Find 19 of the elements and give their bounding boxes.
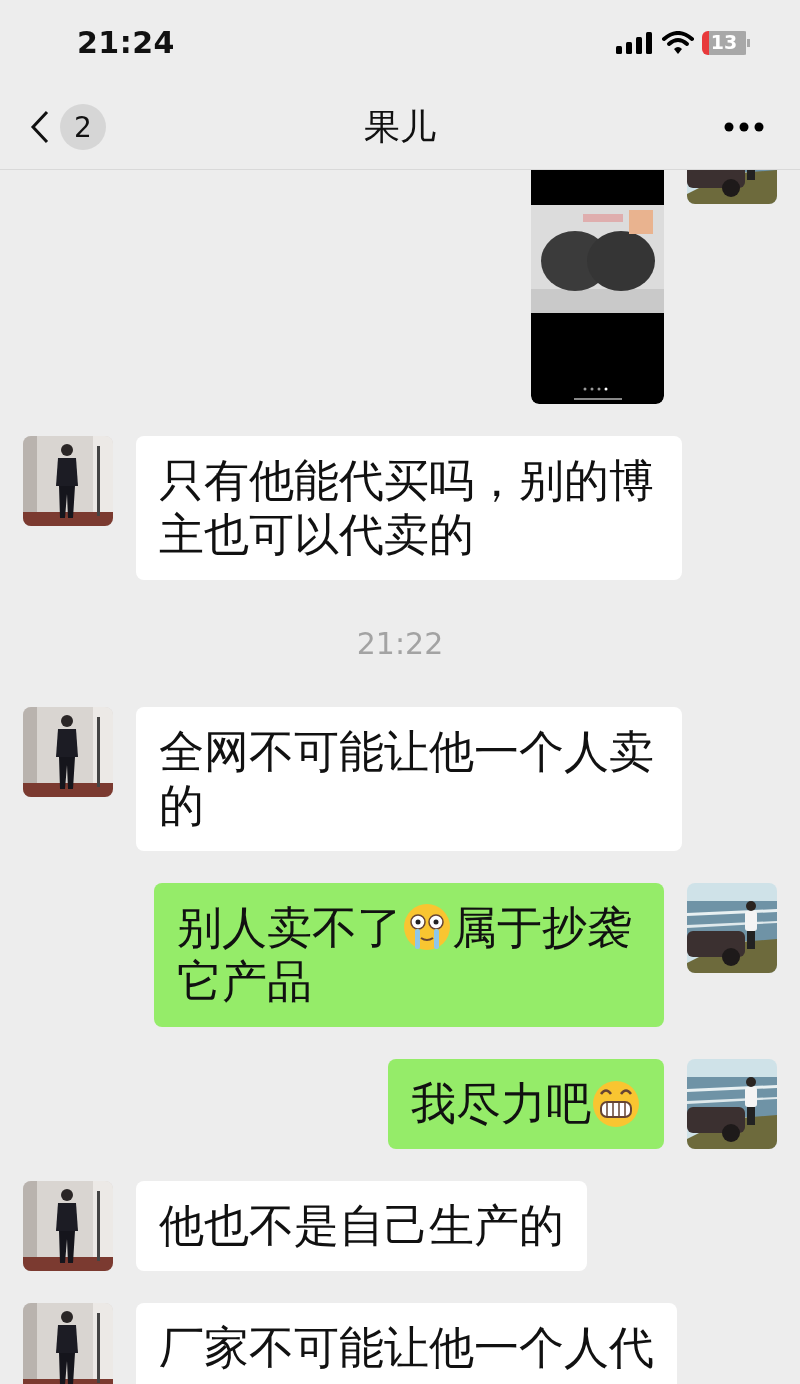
message-text: 别人卖不了: [177, 901, 402, 954]
signal-icon: [616, 31, 654, 54]
wifi-icon: [662, 30, 694, 55]
message-text: 我尽力吧: [411, 1077, 591, 1130]
message-time: 21:22: [356, 625, 444, 663]
message-text: 它产品: [177, 955, 312, 1008]
status-time: 21:24: [77, 25, 175, 60]
message-text: 属于抄袭: [452, 901, 632, 954]
message-text: 只有他能代买吗，别的博主也可以代卖的: [159, 454, 654, 561]
more-icon[interactable]: [724, 122, 764, 132]
crying-face-icon: [402, 902, 452, 952]
battery-indicator: 13: [702, 30, 750, 55]
unread-count-badge: 2: [60, 104, 106, 150]
back-icon[interactable]: [30, 110, 50, 144]
message-text: 全网不可能让他一个人卖的: [159, 725, 654, 832]
message-text: 厂家不可能让他一个人代: [159, 1321, 654, 1374]
message-text: 他也不是自己生产的: [159, 1199, 564, 1252]
grinning-face-icon: [591, 1078, 641, 1128]
chat-title: 果儿: [364, 105, 436, 147]
